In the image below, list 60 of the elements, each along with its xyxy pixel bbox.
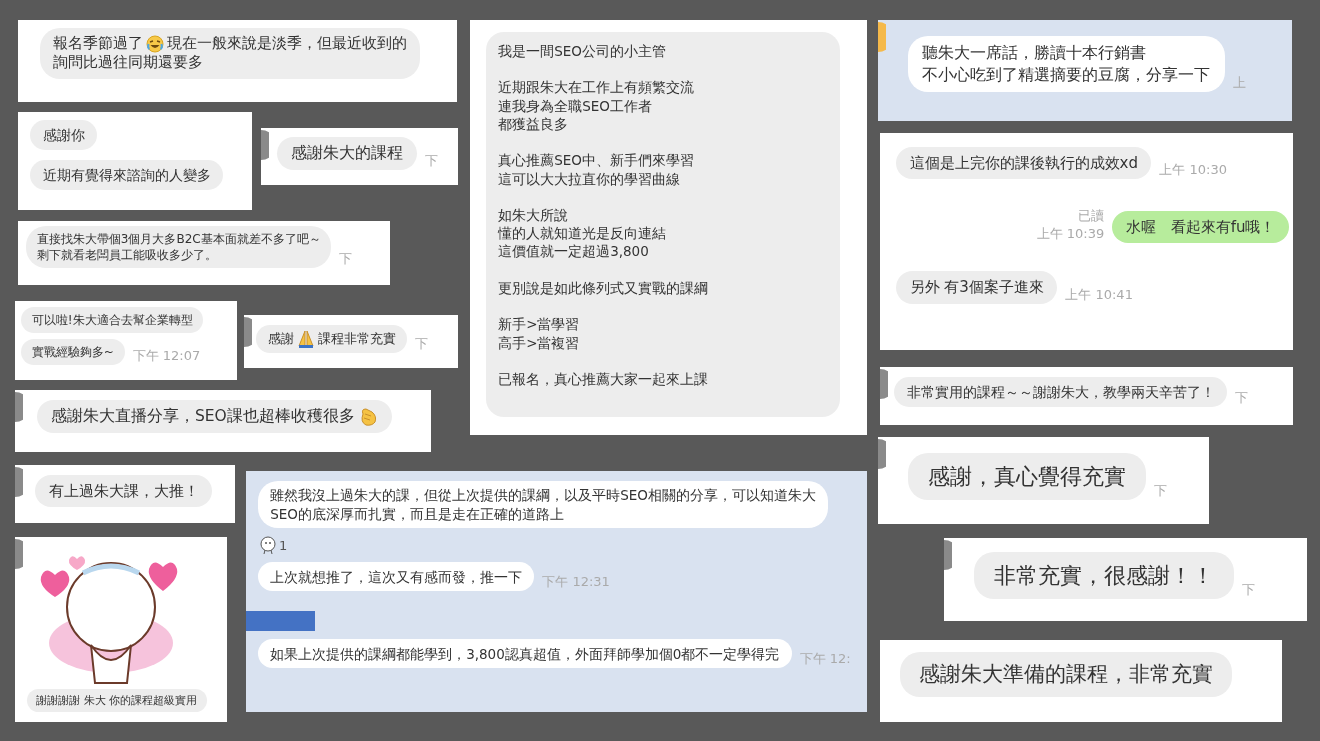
timestamp: 下午 12: [799,650,851,669]
message-text: 我是一間SEO公司的小主管 [498,42,667,61]
timestamp: 下午 12:07 [132,346,201,365]
message-text: 詢問比過往同期還要多 [53,53,204,73]
message-text: 剩下就看老闆員工能吸收多少了。 [36,247,217,264]
message-text: SEO的底深厚而扎實，而且是走在正確的道路上 [270,504,564,523]
message-text: 直接找朱大帶個3個月大多B2C基本面就差不多了吧～ [36,230,321,247]
timestamp: 下 [415,335,429,354]
reaction-sticker-icon [260,536,276,555]
message-text: 不小心吃到了精選摘要的豆腐，分享一下 [922,64,1211,86]
timestamp: 上午 10:39 [1036,225,1105,244]
timestamp: 上午 10:30 [1159,161,1227,180]
message-bubble: 感謝朱大的課程 [277,137,417,171]
message-text: 新手>當學習 [498,315,581,334]
reaction-count: 1 [279,537,288,553]
message-bubble: 非常充實，很感謝！！ [974,552,1234,600]
read-receipt: 已讀 [1078,207,1105,226]
message-bubble: 感謝，真心覺得充實 [908,453,1146,501]
message-bubble: 另外 有3個案子進來 [896,271,1058,304]
message-bubble: 近期有覺得來諮詢的人變多 [30,160,224,191]
message-text: 懂的人就知道光是反向連結 [498,224,668,243]
message-bubble: 可以啦!朱大適合去幫企業轉型 [21,307,204,333]
message-bubble: 有上過朱大課，大推！ [35,475,212,508]
message-text: 近期跟朱大在工作上有頻繁交流 [498,78,696,97]
message-text: 高手>當複習 [498,333,581,352]
message-bubble: 感謝朱大準備的課程，非常充實 [900,652,1232,698]
message-bubble: 這個是上完你的課後執行的成效xd [896,147,1152,180]
timestamp: 下 [424,152,438,171]
message-text: 這可以大大拉直你的學習曲線 [498,169,682,188]
laughing-face-icon [146,34,165,53]
message-bubble: 非常實用的課程～～謝謝朱大，教學兩天辛苦了！ [894,377,1228,408]
message-bubble: 上次就想推了，這次又有感而發，推一下 [258,562,535,592]
message-text: 現在一般來說是淡季，但最近收到的 [167,33,408,53]
redaction-bar [246,611,315,632]
message-text: 感謝 [267,330,294,348]
message-text: 這價值就一定超過3,800 [498,242,650,261]
message-text: 已報名，真心推薦大家一起來上課 [498,369,710,389]
message-text: 感謝朱大直播分享，SEO課也超棒收穫很多 [50,406,355,428]
message-text: 報名季節過了 [53,33,144,53]
timestamp: 下 [339,249,353,268]
timestamp: 下午 12:31 [542,573,610,592]
timestamp: 下 [1153,482,1167,501]
praying-hands-icon [296,330,315,349]
message-text: 更別說是如此條列式又實戰的課綱 [498,278,710,298]
timestamp: 上午 10:41 [1065,285,1133,304]
message-text: 都獲益良多 [498,114,570,134]
message-bubble: 謝謝謝謝 朱大 你的課程超級實用 [27,689,207,712]
message-bubble: 實戰經驗夠多~ [21,338,125,365]
timestamp: 下 [1241,581,1255,600]
message-bubble: 水喔 看起來有fu哦！ [1112,211,1289,244]
message-text: 連我身為全職SEO工作者 [498,96,653,115]
message-text: 如朱大所說 [498,205,570,225]
message-text: 真心推薦SEO中、新手們來學習 [498,151,695,170]
message-text: 聽朱大一席話，勝讀十本行銷書 [922,42,1147,64]
message-text: 雖然我沒上過朱大的課，但從上次提供的課綱，以及平時SEO相關的分享，可以知道朱大 [270,486,816,505]
message-text: 課程非常充實 [317,330,396,348]
message-bubble: 感謝你 [30,120,98,151]
timestamp: 上 [1232,73,1246,92]
message-bubble: 如果上次提供的課綱都能學到，3,800認真超值，外面拜師學加個0都不一定學得完 [258,639,792,669]
timestamp: 下 [1235,389,1249,408]
